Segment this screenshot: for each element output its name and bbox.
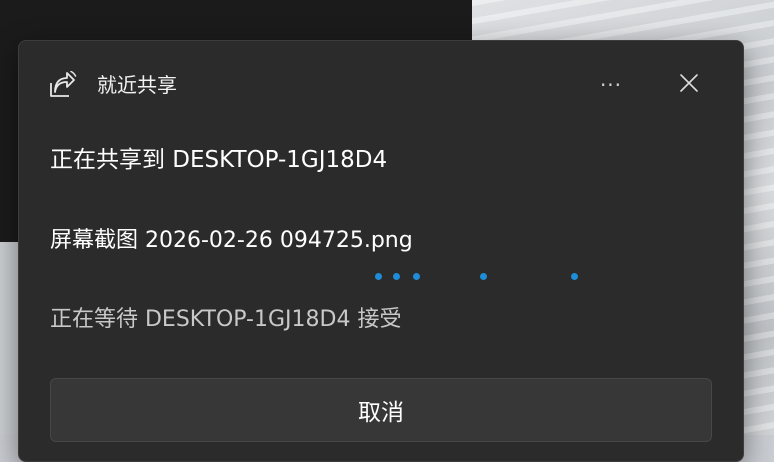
more-options-button[interactable]: ···	[591, 69, 631, 101]
nearby-share-icon	[48, 70, 78, 99]
cancel-button-label: 取消	[358, 400, 404, 426]
progress-dot	[393, 273, 400, 280]
progress-dot	[375, 273, 382, 280]
title-bar: 就近共享 ···	[19, 41, 743, 129]
indeterminate-progress	[19, 273, 743, 283]
progress-dot	[413, 273, 420, 280]
cancel-button[interactable]: 取消	[50, 378, 712, 442]
close-icon	[679, 73, 699, 97]
progress-dot	[571, 273, 578, 280]
close-button[interactable]	[671, 67, 707, 103]
nearby-share-dialog: 就近共享 ··· 正在共享到 DESKTOP-1GJ18D4 屏幕截图 2026…	[18, 40, 744, 462]
shared-file-name: 屏幕截图 2026-02-26 094725.png	[50, 228, 413, 253]
dialog-title: 就近共享	[97, 73, 177, 97]
progress-dot	[480, 273, 487, 280]
waiting-status-text: 正在等待 DESKTOP-1GJ18D4 接受	[50, 307, 402, 332]
sharing-target-heading: 正在共享到 DESKTOP-1GJ18D4	[50, 147, 388, 173]
more-icon: ···	[599, 73, 623, 97]
